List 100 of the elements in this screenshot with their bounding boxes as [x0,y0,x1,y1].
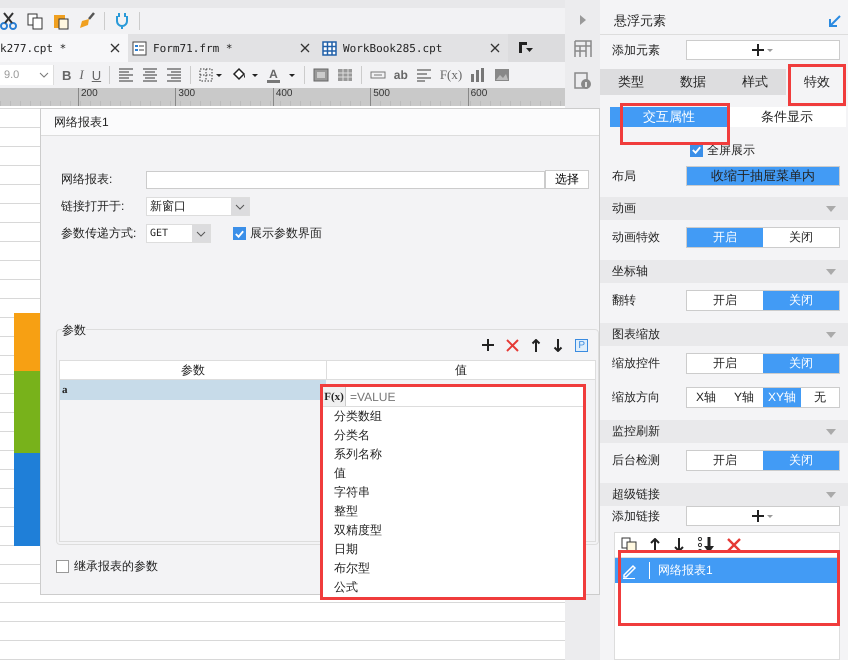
column-header: 参数 [60,361,327,379]
close-icon[interactable] [110,43,120,53]
caret-icon [826,428,836,434]
move-bottom-icon[interactable] [697,537,715,553]
underline-button[interactable]: U [92,68,102,82]
method-dropdown[interactable]: GET [146,224,211,243]
toggle-option[interactable]: 无 [801,388,839,406]
down-arrow-icon[interactable] [673,538,685,552]
bar-chart-icon[interactable] [470,68,486,82]
panel-tab[interactable]: 特效 [786,69,848,95]
border-icon[interactable] [199,68,224,82]
panel-tab[interactable]: 数据 [662,69,724,95]
field-label: 参数传递方式: [61,225,138,242]
field-label: 后台检测 [612,452,661,468]
toggle-option[interactable]: 开启 [687,354,763,372]
image-icon[interactable] [494,68,510,82]
file-tab[interactable]: Form71.frm * [128,34,318,62]
field-label: 布局 [612,168,637,184]
tab-label: Form71.frm * [153,42,234,54]
layout-button[interactable]: 收缩于抽屉菜单内 [686,166,840,186]
delete-icon[interactable] [727,538,741,552]
panel-tab[interactable]: 样式 [724,69,786,95]
table-cell-text: a [61,384,68,396]
formula-button[interactable]: F(x) [323,387,346,406]
file-tab[interactable]: k277.cpt * [0,34,128,62]
italic-button[interactable]: I [79,67,84,83]
table-row[interactable]: a [60,380,326,400]
section-title: 超级链接 [612,486,660,503]
paste-icon[interactable] [52,12,70,30]
align-icon[interactable] [166,68,182,82]
group-title: 参数 [62,322,86,339]
info-icon[interactable] [574,72,592,90]
scissors-icon[interactable] [0,12,18,30]
plus-icon [752,510,774,522]
bold-button[interactable]: B [62,68,72,82]
toggle-option[interactable]: X轴 [687,388,725,406]
field-label: 添加元素 [612,42,661,58]
field-label: 网络报表: [61,171,114,188]
caret-icon [39,72,49,78]
copy-icon[interactable] [621,537,637,553]
caret-icon[interactable] [288,72,296,78]
file-tab[interactable]: WorkBook285.cpt [318,34,508,62]
plus-icon[interactable] [482,339,494,351]
down-arrow-icon[interactable] [553,338,564,352]
section-header[interactable]: 动画 [600,197,848,220]
section-title: 坐标轴 [612,263,648,280]
checkbox-label: 展示参数界面 [250,225,322,242]
toggle-option[interactable]: Y轴 [725,388,763,406]
text-tool-button[interactable]: ab [394,68,408,82]
section-title: 图表缩放 [612,326,660,343]
field-label: 缩放控件 [612,354,661,372]
close-icon[interactable] [300,43,310,53]
close-icon[interactable] [490,43,500,53]
merge-cells-icon[interactable] [312,68,329,82]
delete-icon[interactable] [506,338,520,352]
checkbox[interactable] [233,227,246,240]
tab-list-icon[interactable] [518,41,534,55]
caret-icon [826,332,836,338]
caret-icon [235,204,245,210]
open-in-dropdown[interactable]: 新窗口 [146,197,250,216]
toggle-option[interactable]: 开启 [687,290,763,310]
arrow-icon[interactable] [828,14,842,28]
tab-label: WorkBook285.cpt [343,42,444,54]
formula-button[interactable]: F(x) [440,67,462,83]
section-header[interactable]: 监控刷新 [600,420,848,443]
table-icon[interactable] [574,40,592,58]
brush-icon[interactable] [78,12,96,30]
toggle-option[interactable]: 开启 [687,450,763,470]
copy-icon[interactable] [26,12,44,30]
dialog-title: 网络报表1 [54,114,109,130]
caret-icon [826,206,836,212]
column-header: 值 [454,362,468,379]
field-label: 动画特效 [612,228,661,246]
sub-tab[interactable]: 条件显示 [728,107,846,127]
caret-icon [826,492,836,498]
plus-icon [752,44,774,56]
checkbox-label: 继承报表的参数 [74,558,158,575]
field-label: 添加链接 [612,508,661,524]
panel-title: 悬浮元素 [614,12,666,30]
report-field[interactable] [146,170,546,188]
toggle-option[interactable]: 关闭 [763,228,839,246]
align-icon[interactable] [118,68,134,82]
section-header[interactable]: 坐标轴 [600,260,848,283]
panel-tab[interactable]: 类型 [600,69,662,95]
field-label: 缩放方向 [612,388,661,406]
align-icon[interactable] [142,68,158,82]
field-label: 链接打开于: [61,198,126,215]
caret-icon [196,230,206,236]
section-header[interactable]: 超级链接 [600,483,848,506]
section-header[interactable]: 图表缩放 [600,323,848,346]
select-button[interactable]: 选择 [545,170,589,189]
pencil-icon [621,562,637,578]
fill-color-icon[interactable] [231,67,260,83]
checkbox[interactable] [56,560,69,573]
plug-icon[interactable] [113,12,131,30]
text-field-icon[interactable] [370,71,386,79]
font-color-button[interactable]: A [267,68,280,82]
up-arrow-icon[interactable] [649,538,661,552]
up-arrow-icon[interactable] [531,338,542,352]
paragraph-icon[interactable] [416,68,432,82]
